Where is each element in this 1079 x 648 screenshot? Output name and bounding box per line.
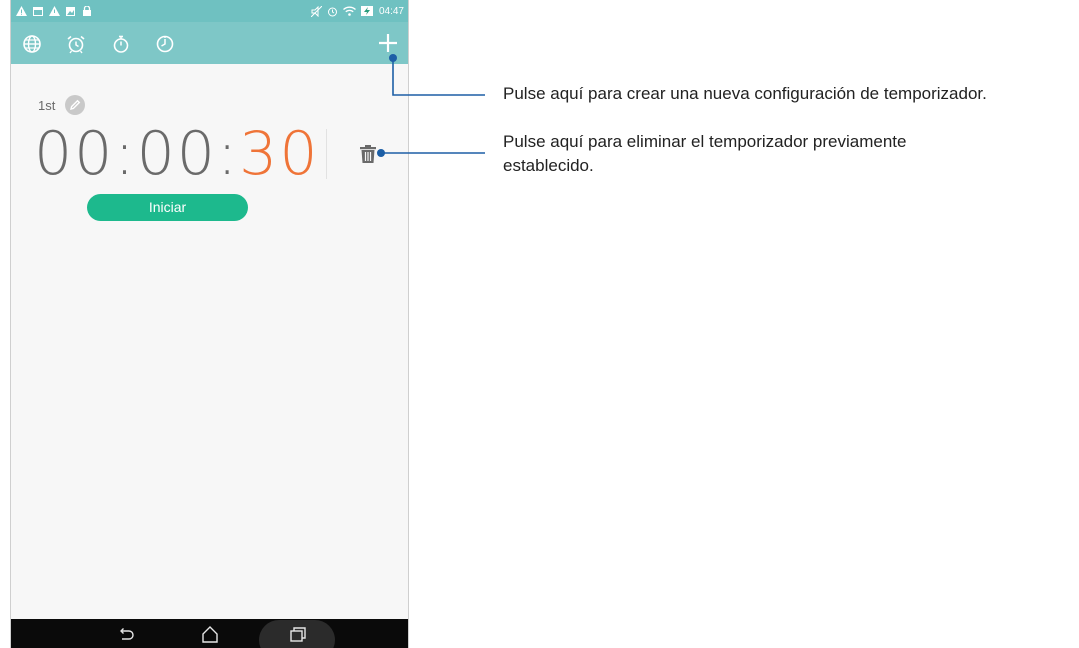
timer-icon[interactable] (155, 34, 175, 54)
globe-icon[interactable] (22, 34, 42, 54)
stopwatch-icon[interactable] (111, 34, 131, 54)
divider (326, 129, 327, 179)
timer-name: 1st (38, 98, 56, 113)
callout-delete-text-line2: establecido. (503, 156, 594, 175)
trash-icon[interactable] (359, 144, 377, 164)
timer-separator: : (114, 119, 137, 189)
battery-charging-icon (360, 6, 373, 16)
lock-icon (83, 6, 91, 16)
status-bar: 04:47 (11, 0, 408, 22)
plus-icon[interactable] (376, 31, 400, 55)
start-button[interactable]: Iniciar (87, 194, 248, 221)
notification-icons (16, 3, 91, 19)
mute-icon (310, 5, 322, 17)
recent-apps-icon[interactable] (289, 625, 307, 643)
back-icon[interactable] (117, 625, 135, 643)
system-icons: 04:47 (310, 3, 404, 19)
timer-separator: : (216, 119, 240, 189)
warning-icon (16, 6, 27, 16)
callout-delete-text-line1: Pulse aquí para eliminar el temporizador… (503, 132, 907, 151)
wifi-icon (343, 6, 356, 16)
clock-toolbar (11, 22, 408, 64)
status-time: 04:47 (378, 5, 404, 17)
warning-icon (49, 6, 60, 16)
navigation-bar (11, 619, 408, 648)
calendar-notification-icon (33, 6, 43, 16)
timer-minutes: 00 (136, 119, 217, 189)
home-icon[interactable] (201, 625, 219, 643)
callout-add-text: Pulse aquí para crear una nueva configur… (503, 84, 987, 103)
timer-hours: 00 (34, 119, 115, 189)
alarm-status-icon (327, 7, 337, 16)
image-notification-icon (66, 6, 75, 16)
tablet-screen: 04:47 1st 00:00:30 Iniciar (10, 0, 409, 648)
timer-seconds: 30 (239, 119, 320, 189)
timer-list: 1st 00:00:30 Iniciar (11, 64, 408, 619)
timer-time-display[interactable]: 00:00:30 (34, 119, 320, 189)
pencil-icon[interactable] (65, 95, 85, 115)
alarm-clock-icon[interactable] (66, 34, 86, 54)
